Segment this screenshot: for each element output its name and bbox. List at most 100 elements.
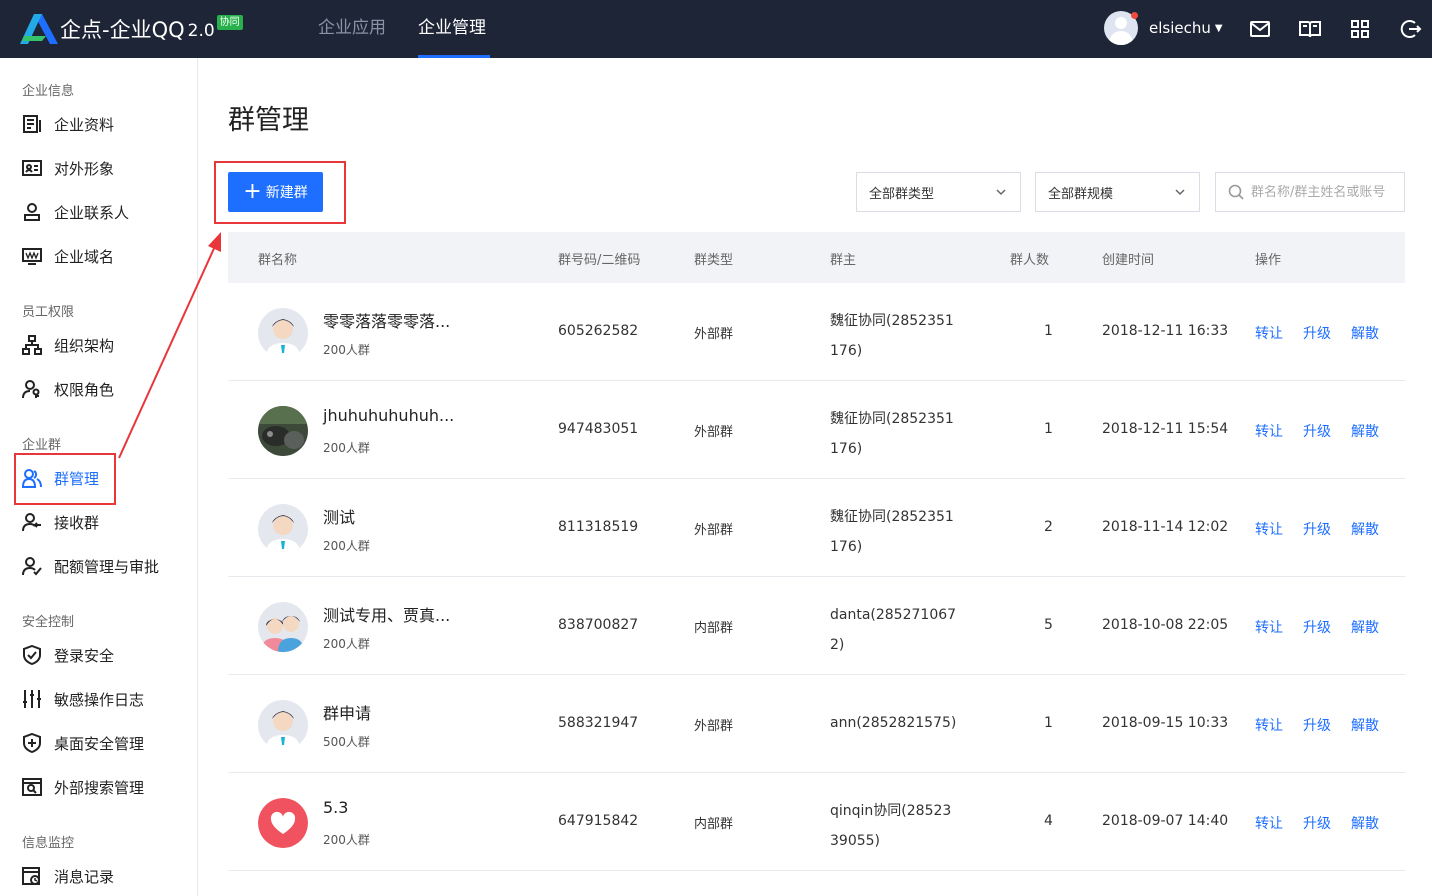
table-row[interactable]: 零零落落零零落... 200人群 605262582 外部群 魏征协同(2852… xyxy=(228,283,1405,381)
sidebar-item-enterprise-profile[interactable]: 企业资料 xyxy=(22,112,114,136)
annotation-highlight-sidebar xyxy=(14,453,116,505)
group-type: 外部群 xyxy=(694,719,734,734)
book-icon[interactable] xyxy=(1298,17,1322,41)
contact-person-icon xyxy=(24,203,40,221)
receive-group-icon xyxy=(22,513,41,532)
upgrade-link[interactable]: 升级 xyxy=(1303,519,1331,539)
group-search[interactable] xyxy=(1215,172,1405,212)
sidebar-item-label: 企业域名 xyxy=(54,247,115,266)
sidebar-section-enterprise-info: 企业信息 xyxy=(22,84,75,99)
group-owner: 魏征协同(2852351176) xyxy=(830,411,954,457)
dissolve-link[interactable]: 解散 xyxy=(1351,421,1379,441)
transfer-link[interactable]: 转让 xyxy=(1255,715,1283,735)
group-owner: danta(2852710672) xyxy=(830,607,957,653)
chevron-down-icon xyxy=(996,189,1006,196)
group-created: 2018-09-07 14:40 xyxy=(1102,813,1229,829)
group-name[interactable]: 零零落落零零落... xyxy=(323,308,450,332)
logo[interactable]: 企点-企业QQ 2.0 协同 xyxy=(20,13,243,45)
group-owner: qinqin协同(2852339055) xyxy=(830,803,952,849)
group-name[interactable]: 测试专用、贾真... xyxy=(323,602,450,626)
dissolve-link[interactable]: 解散 xyxy=(1351,617,1379,637)
dissolve-link[interactable]: 解散 xyxy=(1351,519,1379,539)
group-created: 2018-09-15 10:33 xyxy=(1102,715,1229,731)
tab-enterprise-management[interactable]: 企业管理 xyxy=(418,0,490,58)
group-owner: ann(2852821575) xyxy=(830,715,957,731)
sidebar-item-label: 权限角色 xyxy=(54,380,115,399)
sidebar-item-quota-approval[interactable]: 配额管理与审批 xyxy=(22,554,159,578)
group-created: 2018-12-11 16:33 xyxy=(1102,323,1229,339)
search-icon xyxy=(1228,184,1244,200)
group-avatar xyxy=(258,504,308,554)
group-avatar xyxy=(258,700,308,750)
chevron-down-icon: ▼ xyxy=(1214,22,1223,34)
upgrade-link[interactable]: 升级 xyxy=(1303,715,1331,735)
column-header-created: 创建时间 xyxy=(1102,253,1155,268)
upgrade-link[interactable]: 升级 xyxy=(1303,813,1331,833)
table-row[interactable]: 5.3 200人群 647915842 内部群 qinqin协同(2852339… xyxy=(228,773,1405,871)
group-name[interactable]: 群申请 xyxy=(323,700,371,724)
group-size: 200人群 xyxy=(323,833,370,847)
sidebar-section-staff-permissions: 员工权限 xyxy=(22,305,75,320)
sidebar-item-label: 组织架构 xyxy=(54,336,115,355)
user-menu[interactable]: elsiechu ▼ xyxy=(1104,11,1223,45)
transfer-link[interactable]: 转让 xyxy=(1255,421,1283,441)
sidebar-item-enterprise-contact[interactable]: 企业联系人 xyxy=(22,200,129,224)
mail-icon[interactable] xyxy=(1248,17,1272,41)
sidebar-item-enterprise-domain[interactable]: 企业域名 xyxy=(22,244,114,268)
upgrade-link[interactable]: 升级 xyxy=(1303,421,1331,441)
transfer-link[interactable]: 转让 xyxy=(1255,323,1283,343)
table-row[interactable]: 群申请 500人群 588321947 外部群 ann(2852821575) … xyxy=(228,675,1405,773)
search-input[interactable] xyxy=(1251,184,1401,200)
transfer-link[interactable]: 转让 xyxy=(1255,519,1283,539)
group-number: 588321947 xyxy=(558,715,639,731)
group-members: 1 xyxy=(1044,421,1053,437)
group-name[interactable]: jhuhuhuhuhuh... xyxy=(323,406,454,425)
group-name[interactable]: 5.3 xyxy=(323,798,348,817)
table-row[interactable]: 测试专用、贾真... 200人群 838700827 内部群 danta(285… xyxy=(228,577,1405,675)
transfer-link[interactable]: 转让 xyxy=(1255,617,1283,637)
logout-icon[interactable] xyxy=(1398,17,1422,41)
apps-grid-icon[interactable] xyxy=(1348,17,1372,41)
group-size: 200人群 xyxy=(323,343,370,357)
column-header-name: 群名称 xyxy=(258,253,298,268)
sidebar-item-message-records[interactable]: 消息记录 xyxy=(22,864,114,888)
group-type-select[interactable]: 全部群类型 xyxy=(856,172,1021,212)
group-avatar xyxy=(258,602,308,652)
dissolve-link[interactable]: 解散 xyxy=(1351,715,1379,735)
sidebar-item-org-structure[interactable]: 组织架构 xyxy=(22,333,114,357)
upgrade-link[interactable]: 升级 xyxy=(1303,617,1331,637)
sidebar-item-external-search[interactable]: 外部搜索管理 xyxy=(22,775,144,799)
group-size: 200人群 xyxy=(323,539,370,553)
group-avatar xyxy=(258,798,308,848)
annotation-highlight-new-button xyxy=(214,161,346,224)
sidebar-section-info-monitoring: 信息监控 xyxy=(22,836,75,851)
role-key-icon xyxy=(22,380,40,399)
sidebar-item-permission-roles[interactable]: 权限角色 xyxy=(22,377,114,401)
upgrade-link[interactable]: 升级 xyxy=(1303,323,1331,343)
group-number: 811318519 xyxy=(558,519,639,535)
group-owner: 魏征协同(2852351176) xyxy=(830,509,954,555)
sidebar-item-sensitive-log[interactable]: 敏感操作日志 xyxy=(22,687,144,711)
chevron-down-icon xyxy=(1175,189,1185,196)
notification-dot xyxy=(1131,12,1138,19)
table-row[interactable]: 测试 200人群 811318519 外部群 魏征协同(2852351176) … xyxy=(228,479,1405,577)
domain-www-icon xyxy=(22,248,42,265)
id-card-icon xyxy=(22,160,42,176)
column-header-actions: 操作 xyxy=(1255,253,1282,268)
transfer-link[interactable]: 转让 xyxy=(1255,813,1283,833)
sidebar-item-login-security[interactable]: 登录安全 xyxy=(22,643,114,667)
tab-enterprise-apps[interactable]: 企业应用 xyxy=(318,0,386,58)
sidebar-item-receive-group[interactable]: 接收群 xyxy=(22,510,99,534)
sidebar-item-desktop-security[interactable]: 桌面安全管理 xyxy=(22,731,144,755)
group-size-select[interactable]: 全部群规模 xyxy=(1035,172,1200,212)
table-row[interactable]: jhuhuhuhuhuh... 200人群 947483051 外部群 魏征协同… xyxy=(228,381,1405,479)
sidebar-item-external-image[interactable]: 对外形象 xyxy=(22,156,114,180)
sidebar-item-label: 消息记录 xyxy=(54,867,115,886)
dissolve-link[interactable]: 解散 xyxy=(1351,323,1379,343)
sidebar-item-label: 桌面安全管理 xyxy=(54,734,145,753)
group-created: 2018-11-14 12:02 xyxy=(1102,519,1229,535)
table-header: 群名称 群号码/二维码 群类型 群主 群人数 创建时间 操作 xyxy=(228,232,1405,283)
dissolve-link[interactable]: 解散 xyxy=(1351,813,1379,833)
search-window-icon xyxy=(22,778,42,796)
group-name[interactable]: 测试 xyxy=(323,504,355,528)
